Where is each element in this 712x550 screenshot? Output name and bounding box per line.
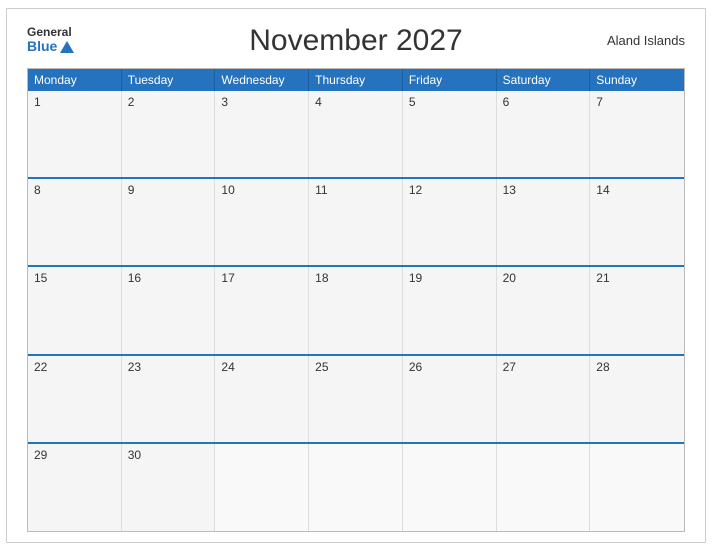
- day-number: 14: [596, 183, 678, 197]
- day-number: 21: [596, 271, 678, 285]
- day-number: 20: [503, 271, 584, 285]
- day-cell: 21: [590, 267, 684, 353]
- day-cell: 18: [309, 267, 403, 353]
- day-number: 3: [221, 95, 302, 109]
- week-row-4: 22 23 24 25 26 27 28: [28, 354, 684, 442]
- day-number: 4: [315, 95, 396, 109]
- week-row-2: 89 10 11 12 13 14: [28, 177, 684, 265]
- day-cell: 14: [590, 179, 684, 265]
- day-cell: 7: [590, 91, 684, 177]
- day-cell: 29: [28, 444, 122, 530]
- day-header-monday: Monday: [28, 69, 122, 91]
- logo: General Blue: [27, 26, 107, 55]
- header: General Blue November 2027 Aland Islands: [27, 24, 685, 58]
- day-cell: 10: [215, 179, 309, 265]
- day-cell: 15: [28, 267, 122, 353]
- day-cell: 9: [122, 179, 216, 265]
- day-cell: 28: [590, 356, 684, 442]
- day-cell: [215, 444, 309, 530]
- region-label: Aland Islands: [605, 33, 685, 48]
- day-number: 26: [409, 360, 490, 374]
- day-cell: 23: [122, 356, 216, 442]
- day-number: 17: [221, 271, 302, 285]
- logo-blue-text: Blue: [27, 39, 107, 54]
- day-cell: [309, 444, 403, 530]
- day-cell: 26: [403, 356, 497, 442]
- calendar-page: General Blue November 2027 Aland Islands…: [6, 8, 706, 543]
- day-number: 1: [34, 95, 115, 109]
- day-cell: 22: [28, 356, 122, 442]
- day-header-thursday: Thursday: [309, 69, 403, 91]
- week-row-5: 29 30: [28, 442, 684, 530]
- day-number: 27: [503, 360, 584, 374]
- logo-triangle-icon: [60, 41, 74, 53]
- days-header: Monday Tuesday Wednesday Thursday Friday…: [28, 69, 684, 91]
- day-number: 6: [503, 95, 584, 109]
- calendar-title: November 2027: [107, 24, 605, 58]
- week-row-3: 15 16 17 18 19 20 21: [28, 265, 684, 353]
- day-header-tuesday: Tuesday: [122, 69, 216, 91]
- day-cell: [590, 444, 684, 530]
- day-number: 16: [128, 271, 209, 285]
- day-header-wednesday: Wednesday: [215, 69, 309, 91]
- day-number: 7: [596, 95, 678, 109]
- day-number: 15: [34, 271, 115, 285]
- day-cell: 24: [215, 356, 309, 442]
- day-number: 29: [34, 448, 115, 462]
- day-cell: 11: [309, 179, 403, 265]
- day-number: 12: [409, 183, 490, 197]
- day-number: 28: [596, 360, 678, 374]
- day-cell: 5: [403, 91, 497, 177]
- day-cell: 4: [309, 91, 403, 177]
- day-cell: 19: [403, 267, 497, 353]
- week-row-1: 1234567: [28, 91, 684, 177]
- day-cell: 17: [215, 267, 309, 353]
- day-number: 11: [315, 183, 396, 197]
- day-number: 8: [34, 183, 115, 197]
- calendar-grid: Monday Tuesday Wednesday Thursday Friday…: [27, 68, 685, 532]
- day-number: 25: [315, 360, 396, 374]
- day-cell: 16: [122, 267, 216, 353]
- day-number: 22: [34, 360, 115, 374]
- day-number: 2: [128, 95, 209, 109]
- day-cell: 20: [497, 267, 591, 353]
- day-number: 10: [221, 183, 302, 197]
- day-cell: 3: [215, 91, 309, 177]
- day-cell: 12: [403, 179, 497, 265]
- weeks-container: 1234567891011121314151617181920212223242…: [28, 91, 684, 531]
- day-cell: 27: [497, 356, 591, 442]
- day-cell: 30: [122, 444, 216, 530]
- day-cell: [403, 444, 497, 530]
- day-number: 13: [503, 183, 584, 197]
- day-number: 9: [128, 183, 209, 197]
- day-number: 5: [409, 95, 490, 109]
- day-cell: 25: [309, 356, 403, 442]
- day-number: 30: [128, 448, 209, 462]
- day-number: 18: [315, 271, 396, 285]
- day-cell: [497, 444, 591, 530]
- day-cell: 6: [497, 91, 591, 177]
- day-cell: 1: [28, 91, 122, 177]
- day-cell: 8: [28, 179, 122, 265]
- day-cell: 2: [122, 91, 216, 177]
- day-cell: 13: [497, 179, 591, 265]
- day-number: 24: [221, 360, 302, 374]
- day-number: 19: [409, 271, 490, 285]
- day-number: 23: [128, 360, 209, 374]
- day-header-sunday: Sunday: [590, 69, 684, 91]
- day-header-saturday: Saturday: [497, 69, 591, 91]
- day-header-friday: Friday: [403, 69, 497, 91]
